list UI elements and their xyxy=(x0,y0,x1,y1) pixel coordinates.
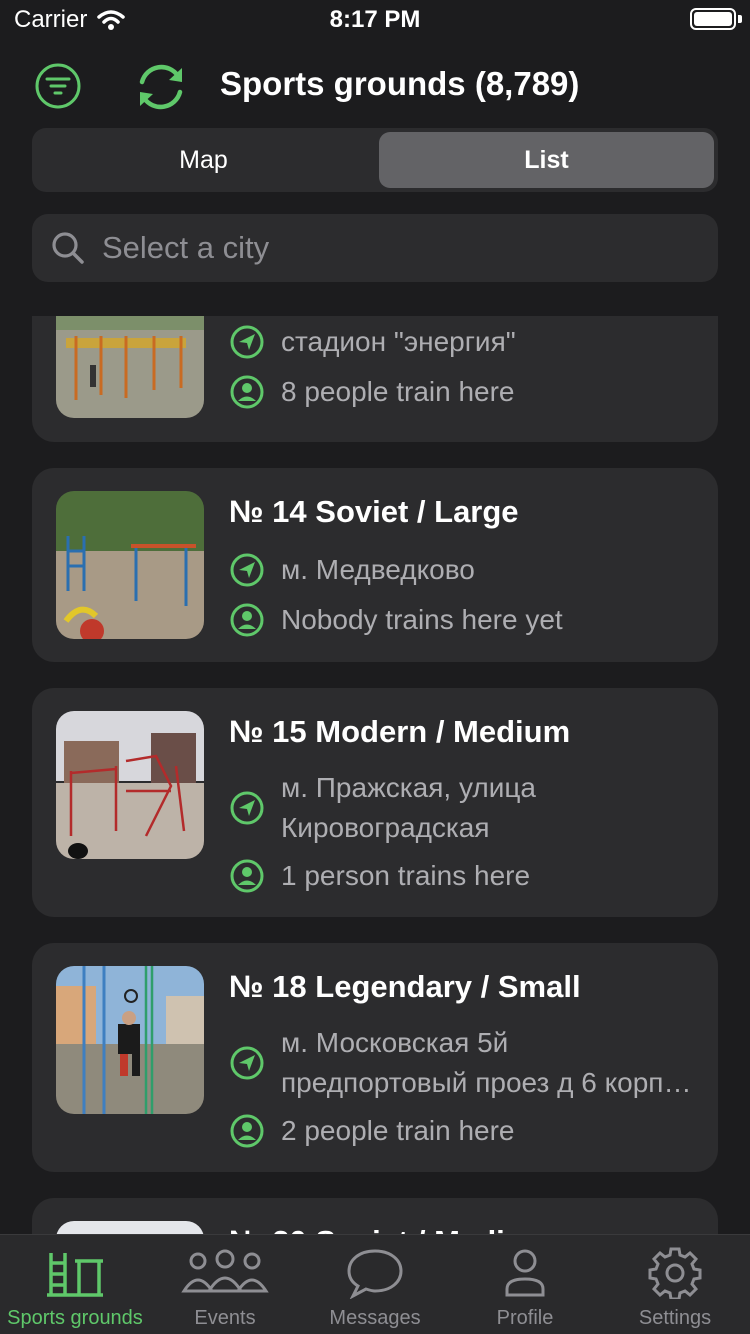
ground-trainees: Nobody trains here yet xyxy=(229,600,699,640)
navigation-bar: Sports grounds (8,789) xyxy=(0,52,750,118)
tab-label: Events xyxy=(194,1307,256,1329)
person-circle-icon xyxy=(230,1114,264,1148)
ground-title: № 14 Soviet / Large xyxy=(229,494,519,529)
ground-location: м. Московская 5й предпортовый проез д 6 … xyxy=(229,1023,699,1103)
location-text: м. Медведково xyxy=(281,554,475,585)
location-text: м. Московская 5й предпортовый проез д 6 … xyxy=(281,1027,692,1098)
location-arrow-icon xyxy=(230,1046,264,1080)
trainees-text: 1 person trains here xyxy=(281,860,531,891)
location-arrow-icon xyxy=(230,791,264,825)
refresh-icon[interactable] xyxy=(132,58,190,116)
person-icon xyxy=(505,1249,545,1297)
tab-messages[interactable]: Messages xyxy=(300,1235,450,1334)
tab-label: Sports grounds xyxy=(7,1307,143,1329)
ground-location: м. Медведково xyxy=(229,550,699,590)
trainees-text: 2 people train here xyxy=(281,1115,515,1146)
battery-cap xyxy=(738,15,742,23)
city-search-input[interactable] xyxy=(102,230,718,266)
sports-grounds-icon xyxy=(47,1253,103,1297)
ground-photo xyxy=(56,316,204,418)
filter-icon[interactable] xyxy=(34,62,82,110)
location-text: стадион "энергия" xyxy=(281,326,516,357)
ground-location: м. Пражская, улица Кировоградская xyxy=(229,768,699,848)
tab-label: Settings xyxy=(638,1307,712,1329)
location-text: м. Пражская, улица Кировоградская xyxy=(281,772,536,843)
ground-title: № 18 Legendary / Small xyxy=(229,969,581,1004)
trainees-text: Nobody trains here yet xyxy=(281,604,563,635)
ground-card[interactable]: № 15 Modern / Medium м. Пражская, улица … xyxy=(32,688,718,917)
battery-icon xyxy=(690,8,736,30)
ground-trainees: 2 people train here xyxy=(229,1111,699,1151)
segment-map[interactable]: Map xyxy=(36,132,371,188)
person-circle-icon xyxy=(230,375,264,409)
search-icon xyxy=(52,232,84,264)
ground-location: стадион "энергия" xyxy=(229,322,699,362)
location-arrow-icon xyxy=(230,325,264,359)
clock: 8:17 PM xyxy=(329,6,421,33)
view-mode-segmented-control: Map List xyxy=(32,128,718,192)
tab-events[interactable]: Events xyxy=(150,1235,300,1334)
tab-profile[interactable]: Profile xyxy=(450,1235,600,1334)
page-title: Sports grounds (8,789) xyxy=(220,65,580,102)
tab-label: Profile xyxy=(496,1307,554,1329)
tab-bar: Sports grounds Events Messages Profile S… xyxy=(0,1234,750,1334)
ground-title: № 20 Soviet / Medium xyxy=(229,1224,551,1234)
segment-list[interactable]: List xyxy=(379,132,714,188)
tab-settings[interactable]: Settings xyxy=(600,1235,750,1334)
ground-card[interactable]: № 20 Soviet / Medium xyxy=(32,1198,718,1234)
person-circle-icon xyxy=(230,859,264,893)
ground-photo xyxy=(56,491,204,639)
ground-trainees: 8 people train here xyxy=(229,372,699,412)
ground-photo xyxy=(56,711,204,859)
ground-title: № 15 Modern / Medium xyxy=(229,714,571,749)
tab-sports-grounds[interactable]: Sports grounds xyxy=(0,1235,150,1334)
status-bar: Carrier 8:17 PM xyxy=(0,0,750,40)
ground-card[interactable]: стадион "энергия" 8 people train here xyxy=(32,316,718,442)
ground-card[interactable]: № 14 Soviet / Large м. Медведково Nobody… xyxy=(32,468,718,662)
gear-icon xyxy=(648,1247,702,1299)
tab-label: Messages xyxy=(329,1307,421,1329)
ground-card[interactable]: № 18 Legendary / Small м. Московская 5й … xyxy=(32,943,718,1172)
ground-photo xyxy=(56,1221,204,1234)
trainees-text: 8 people train here xyxy=(281,376,515,407)
location-arrow-icon xyxy=(230,553,264,587)
city-search-bar xyxy=(32,214,718,282)
ground-trainees: 1 person trains here xyxy=(229,856,699,896)
chat-bubble-icon xyxy=(347,1249,403,1299)
grounds-list[interactable]: стадион "энергия" 8 people train here № … xyxy=(0,316,750,1234)
ground-photo xyxy=(56,966,204,1114)
people-icon xyxy=(181,1249,269,1293)
person-circle-icon xyxy=(230,603,264,637)
